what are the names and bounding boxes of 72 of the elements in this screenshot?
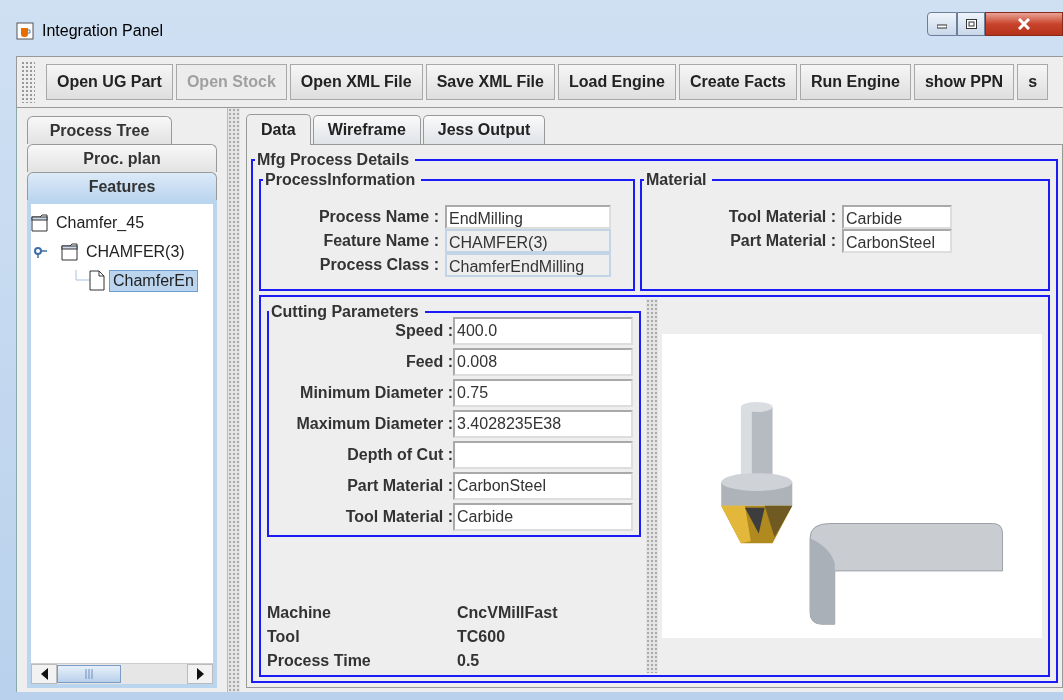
field-label: Feed : <box>404 353 453 371</box>
toolbar-button[interactable]: show PPN <box>913 64 1015 100</box>
text-field[interactable]: CHAMFER(3) <box>445 229 611 253</box>
toolbar-button[interactable]: Open UG Part <box>46 64 173 100</box>
toolbar-button[interactable]: Open XML File <box>289 64 423 100</box>
window-title: Integration Panel <box>42 22 163 40</box>
text-field[interactable]: CarbonSteel <box>842 229 952 253</box>
text-field[interactable]: EndMilling <box>445 205 611 229</box>
toolbar-button[interactable]: Create Facts <box>678 64 797 100</box>
group-title: Material <box>645 171 708 189</box>
info-label: Machine <box>267 603 332 623</box>
field-label: Tool Material : <box>727 208 836 226</box>
tab[interactable]: Wireframe <box>312 115 421 144</box>
toolbar-button[interactable]: s <box>1017 64 1049 100</box>
text-field[interactable]: 0.75 <box>453 379 633 407</box>
scroll-right-button[interactable] <box>187 664 213 684</box>
maximize-icon <box>965 19 977 29</box>
grip-icon <box>85 669 93 679</box>
info-value: CncVMillFast <box>457 603 559 623</box>
info-label: Tool <box>267 627 301 647</box>
info-label: Process Time <box>267 651 372 671</box>
document-icon <box>89 270 105 291</box>
text-field[interactable]: CarbonSteel <box>453 472 633 500</box>
group-title: Mfg Process Details <box>256 151 411 169</box>
scrollbar-thumb[interactable] <box>57 665 121 683</box>
text-field[interactable]: Carbide <box>453 503 633 531</box>
field-label: Part Material : <box>346 477 453 495</box>
field-label: Feature Name : <box>322 232 439 250</box>
toolbar-button[interactable]: Run Engine <box>800 64 911 100</box>
scroll-left-button[interactable] <box>31 664 57 684</box>
text-field[interactable]: Carbide <box>842 205 952 229</box>
info-value: 0.5 <box>457 651 481 671</box>
tree-line <box>75 269 91 282</box>
tab[interactable]: Proc. plan <box>27 144 217 172</box>
text-field[interactable]: 3.4028235E38 <box>453 410 633 438</box>
field-label: Speed : <box>394 322 453 340</box>
toolbar-button[interactable]: Load Engine <box>557 64 676 100</box>
text-field[interactable] <box>453 441 633 469</box>
toolbar-grip[interactable] <box>21 61 35 103</box>
tree-item[interactable]: Chamfer_45 <box>53 212 148 233</box>
expanded-handle-icon[interactable] <box>34 244 48 259</box>
tab[interactable]: Jess Output <box>422 115 546 144</box>
minimize-button[interactable] <box>927 12 957 36</box>
splitter-handle[interactable] <box>227 108 240 692</box>
text-field[interactable]: 400.0 <box>453 317 633 345</box>
group-title: Cutting Parameters <box>270 303 420 321</box>
left-arrow-icon <box>40 668 48 680</box>
tree-item[interactable]: CHAMFER(3) <box>83 241 188 262</box>
folder-icon <box>61 242 79 261</box>
folder-icon <box>31 213 49 232</box>
tab[interactable]: Process Tree <box>27 116 172 144</box>
text-field[interactable]: ChamferEndMilling <box>445 253 611 277</box>
field-label: Process Class : <box>318 256 439 274</box>
maximize-button[interactable] <box>957 12 985 36</box>
field-label: Tool Material : <box>344 508 453 526</box>
close-icon <box>1018 18 1030 30</box>
tab[interactable]: Data <box>246 114 311 145</box>
right-arrow-icon <box>196 668 204 680</box>
field-label: Maximum Diameter : <box>295 415 453 433</box>
info-value: TC600 <box>457 627 507 647</box>
close-button[interactable] <box>985 12 1063 36</box>
tree-item[interactable]: ChamferEn <box>109 269 198 292</box>
field-label: Depth of Cut : <box>346 446 453 464</box>
tab[interactable]: Features <box>27 172 217 200</box>
group-title: ProcessInformation <box>264 171 417 189</box>
field-label: Minimum Diameter : <box>299 384 453 402</box>
coffee-cup-icon <box>16 22 34 40</box>
text-field[interactable]: 0.008 <box>453 348 633 376</box>
field-label: Process Name : <box>317 208 439 226</box>
splitter-handle[interactable] <box>646 299 658 673</box>
field-label: Part Material : <box>729 232 836 250</box>
toolbar-button[interactable]: Save XML File <box>425 64 555 100</box>
